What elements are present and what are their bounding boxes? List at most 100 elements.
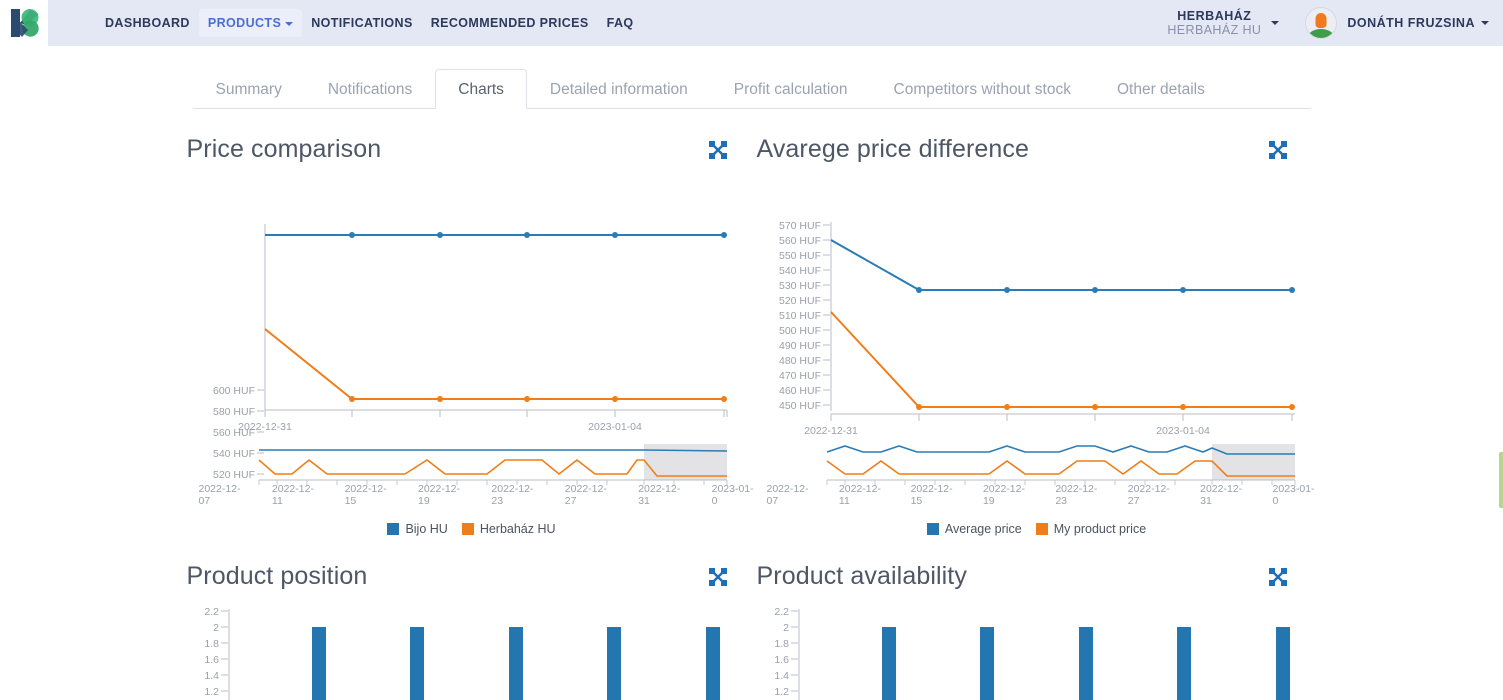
nav-tick-7: 2023-01-0 — [1272, 483, 1315, 507]
expand-arrows-icon[interactable] — [708, 135, 727, 159]
legend-item-average-price[interactable]: Average price — [926, 522, 1022, 536]
shop-selector-chevron-down-icon[interactable] — [1271, 21, 1280, 25]
nav-item-recommended-prices[interactable]: RECOMMENDED PRICES — [422, 9, 598, 37]
user-menu-chevron-down-icon[interactable] — [1481, 21, 1489, 25]
app-logo[interactable] — [0, 0, 48, 46]
nav-tick-5: 2022-12-27 — [564, 483, 607, 507]
chart-product-availability[interactable]: 2.2 2 1.8 1.6 1.4 1.2 1 0.8 — [757, 605, 1317, 700]
tab-competitors-without-stock[interactable]: Competitors without stock — [871, 69, 1094, 109]
svg-text:540 HUF: 540 HUF — [778, 265, 820, 277]
tab-profit-calculation[interactable]: Profit calculation — [711, 69, 871, 109]
svg-text:2022-12-31: 2022-12-31 — [804, 425, 858, 437]
svg-text:600 HUF: 600 HUF — [212, 385, 254, 397]
series-my-product-price-line — [829, 311, 1292, 408]
nav-tick-4: 2022-12-23 — [1055, 483, 1098, 507]
expand-arrows-icon[interactable] — [1268, 135, 1287, 159]
y-axis-labels: 570 HUF 560 HUF 550 HUF 540 HUF 530 HUF … — [778, 220, 830, 412]
chart-product-availability-svg: 2.2 2 1.8 1.6 1.4 1.2 1 0.8 — [774, 606, 1290, 700]
page-title-price-comparison: Price comparison — [186, 135, 382, 163]
svg-text:2023-01-04: 2023-01-04 — [1156, 425, 1210, 437]
tab-summary[interactable]: Summary — [193, 69, 305, 109]
chart-price-comparison[interactable]: 600 HUF 580 HUF 560 HUF 540 HUF 520 HUF — [187, 178, 757, 536]
tab-other-details-label: Other details — [1116, 81, 1205, 98]
nav-tick-3: 2022-12-19 — [417, 483, 461, 507]
page-title-product-position: Product position — [186, 562, 368, 590]
legend-label-herbahaz-hu: Herbaház HU — [479, 522, 556, 536]
user-menu-label[interactable]: DONÁTH FRUZSINA — [1347, 16, 1475, 30]
top-navigation-bar: DASHBOARD PRODUCTS NOTIFICATIONS RECOMME… — [0, 0, 1503, 46]
tab-profit-calculation-label: Profit calculation — [733, 81, 848, 98]
chart-navigator — [257, 444, 727, 485]
panel-product-position: Product position 2.2 2 1.8 1.6 1.4 1.2 — [187, 536, 757, 700]
legend-swatch-orange — [1035, 523, 1048, 535]
svg-text:1.6: 1.6 — [774, 654, 789, 666]
tab-other-details[interactable]: Other details — [1094, 69, 1228, 109]
svg-text:530 HUF: 530 HUF — [778, 280, 820, 292]
legend-item-herbahaz-hu[interactable]: Herbaház HU — [461, 522, 556, 536]
charts-area: Price comparison 600 HUF 580 HUF 560 HUF — [0, 109, 1503, 700]
nav-item-recommended-prices-label: RECOMMENDED PRICES — [430, 16, 589, 30]
page-title-product-availability: Product availability — [756, 562, 967, 590]
chart-average-price-difference[interactable]: 570 HUF 560 HUF 550 HUF 540 HUF 530 HUF … — [757, 178, 1317, 536]
svg-text:490 HUF: 490 HUF — [778, 340, 820, 352]
panel-product-availability: Product availability 2.2 2 1.8 1.6 1.4 1… — [757, 536, 1317, 700]
nav-item-dashboard[interactable]: DASHBOARD — [96, 9, 199, 37]
nav-item-notifications-label: NOTIFICATIONS — [311, 16, 413, 30]
svg-text:520 HUF: 520 HUF — [212, 469, 254, 481]
legend-label-average-price: Average price — [944, 522, 1022, 536]
tab-notifications[interactable]: Notifications — [305, 69, 435, 109]
avatar-body — [1308, 29, 1335, 38]
svg-text:450 HUF: 450 HUF — [778, 400, 820, 412]
avatar-head — [1315, 13, 1327, 28]
shop-name: HERBAHÁZ — [1177, 8, 1252, 23]
navigator-x-labels: 2022-12-07 2022-12-11 2022-12-15 2022-12… — [187, 483, 757, 507]
chart-product-position[interactable]: 2.2 2 1.8 1.6 1.4 1.2 1 0.8 — [187, 605, 757, 700]
svg-text:2: 2 — [213, 622, 219, 634]
chart-price-comparison-svg: 600 HUF 580 HUF 560 HUF 540 HUF 520 HUF — [212, 224, 727, 485]
panel-average-price-difference: Avarege price difference 570 HUF 560 HUF… — [757, 109, 1317, 536]
tab-detailed-information[interactable]: Detailed information — [527, 69, 711, 109]
svg-text:500 HUF: 500 HUF — [778, 325, 820, 337]
nav-item-products[interactable]: PRODUCTS — [198, 9, 303, 37]
legend-price-comparison: Bijo HU Herbaház HU — [187, 522, 757, 536]
y-axis-labels: 600 HUF 580 HUF 560 HUF 540 HUF 520 HUF — [212, 385, 264, 481]
tab-competitors-without-stock-label: Competitors without stock — [893, 81, 1071, 98]
charts-grid: Price comparison 600 HUF 580 HUF 560 HUF — [187, 109, 1317, 700]
chart-navigator — [826, 444, 1295, 485]
avatar[interactable] — [1305, 7, 1338, 39]
legend-item-bijo-hu[interactable]: Bijo HU — [387, 522, 448, 536]
svg-text:520 HUF: 520 HUF — [778, 295, 820, 307]
nav-item-faq[interactable]: FAQ — [598, 9, 643, 37]
tab-charts-label: Charts — [458, 81, 504, 98]
nav-tick-2: 2022-12-15 — [344, 483, 387, 507]
nav-item-notifications[interactable]: NOTIFICATIONS — [302, 9, 422, 37]
series-average-price-line — [830, 239, 1292, 291]
nav-tick-0: 2022-12-07 — [198, 483, 241, 507]
position-bars — [311, 627, 720, 700]
tab-charts[interactable]: Charts — [435, 69, 527, 109]
nav-tick-1: 2022-12-11 — [271, 483, 314, 507]
feedback-tab[interactable] — [1499, 452, 1503, 508]
svg-text:570 HUF: 570 HUF — [778, 220, 820, 232]
chart-average-price-difference-svg: 570 HUF 560 HUF 550 HUF 540 HUF 530 HUF … — [778, 220, 1295, 485]
y-axis-labels: 2.2 2 1.8 1.6 1.4 1.2 1 0.8 — [774, 606, 798, 698]
legend-label-my-product-price: My product price — [1053, 522, 1147, 536]
kalkulator-k-logo-icon — [11, 9, 39, 37]
nav-tick-0: 2022-12-07 — [766, 483, 809, 507]
nav-tick-2: 2022-12-15 — [910, 483, 953, 507]
panel-product-position-header: Product position — [187, 562, 757, 591]
svg-text:1.4: 1.4 — [204, 670, 219, 682]
svg-text:2022-12-31: 2022-12-31 — [238, 421, 292, 433]
nav-tick-5: 2022-12-27 — [1127, 483, 1170, 507]
svg-text:2.2: 2.2 — [204, 606, 219, 618]
x-axis-ticks — [830, 414, 1292, 421]
expand-arrows-icon[interactable] — [1268, 562, 1287, 586]
nav-tick-1: 2022-12-11 — [838, 483, 881, 507]
nav-tick-7: 2023-01-0 — [711, 483, 754, 507]
shop-selector[interactable]: HERBAHÁZ HERBAHÁZ HU — [1167, 9, 1265, 38]
svg-text:550 HUF: 550 HUF — [778, 250, 820, 262]
legend-item-my-product-price[interactable]: My product price — [1035, 522, 1147, 536]
svg-text:480 HUF: 480 HUF — [778, 355, 820, 367]
expand-arrows-icon[interactable] — [708, 562, 727, 586]
svg-text:460 HUF: 460 HUF — [778, 385, 820, 397]
